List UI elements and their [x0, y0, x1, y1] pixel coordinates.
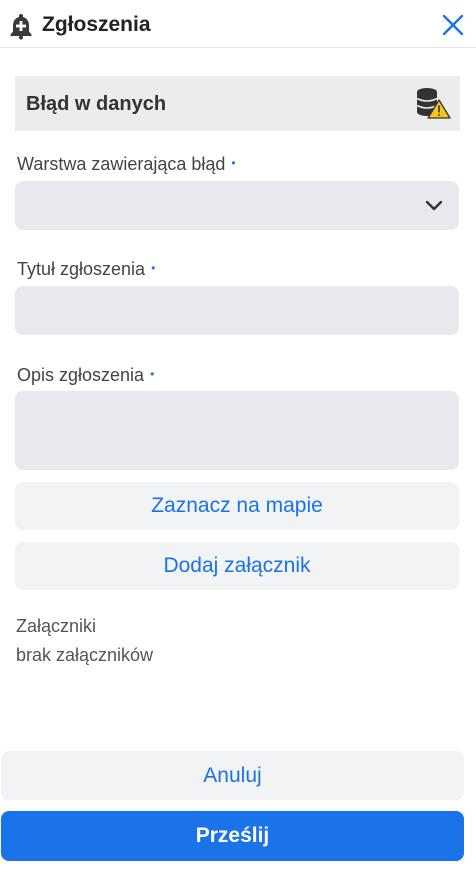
cancel-button[interactable]: Anuluj	[1, 751, 464, 800]
layer-select[interactable]	[15, 181, 459, 230]
panel-title: Zgłoszenia	[42, 13, 151, 36]
title-label: Tytuł zgłoszenia •	[17, 259, 156, 279]
title-input-wrap	[15, 286, 459, 335]
description-label: Opis zgłoszenia •	[17, 365, 155, 385]
description-textarea[interactable]	[15, 391, 459, 470]
close-icon[interactable]	[440, 12, 466, 38]
panel-header: Zgłoszenia	[0, 0, 476, 48]
attachments-empty-text: brak załączników	[16, 645, 154, 665]
required-marker: •	[231, 156, 236, 170]
required-marker: •	[150, 367, 155, 381]
section-header: Błąd w danych	[15, 76, 460, 131]
bell-plus-icon	[10, 14, 32, 40]
title-input[interactable]	[15, 286, 459, 335]
required-marker: •	[151, 261, 156, 275]
add-attachment-button[interactable]: Dodaj załącznik	[15, 542, 459, 590]
database-warning-icon	[416, 88, 451, 119]
mark-on-map-button[interactable]: Zaznacz na mapie	[15, 482, 459, 530]
attachments-heading: Załączniki	[16, 616, 97, 636]
layer-label: Warstwa zawierająca błąd •	[17, 154, 236, 174]
section-title: Błąd w danych	[26, 93, 167, 115]
description-input-wrap	[15, 391, 459, 470]
chevron-down-icon	[425, 200, 443, 211]
submit-button[interactable]: Prześlij	[1, 811, 464, 861]
